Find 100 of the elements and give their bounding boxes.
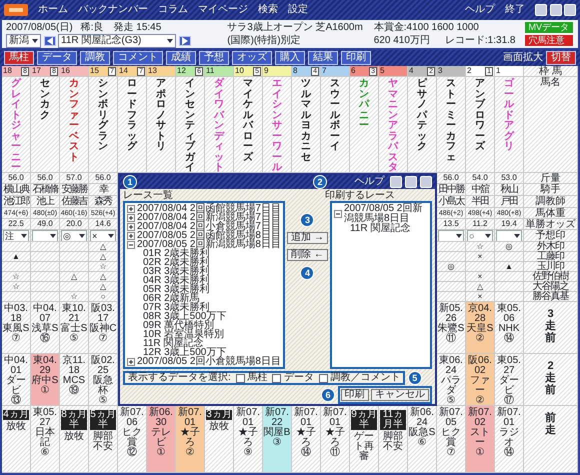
jockey-name: 中舘 [470, 184, 490, 195]
weight-value: 56.0 [95, 173, 111, 182]
horse-number: 15 [90, 66, 99, 76]
weight-value: 57.0 [66, 173, 82, 182]
layoff-label: 11ヵ月半 [380, 410, 406, 430]
horse-number: 2 [467, 66, 472, 76]
weight-value: 54.0 [472, 173, 488, 182]
jockey-name: 横山典 [2, 184, 30, 195]
prediction-mark: ○ [100, 292, 106, 301]
horse-number: 16 [61, 66, 70, 76]
layoff-reason: ゲート再審 [353, 432, 375, 462]
callout-badge: 3 [300, 213, 314, 227]
dialog-title: ヘルプ [354, 176, 384, 188]
list-label: レース一覧 [123, 190, 174, 201]
past-race-cell: 東04.29 府中S ① [31, 354, 60, 406]
prediction-mark: △ [71, 272, 77, 281]
trainer-name: 佐藤吉 [60, 196, 88, 207]
row-label: 予想印 [534, 230, 566, 241]
print-list-label: 印刷するレース [325, 190, 395, 201]
race-date: 2007/08/05(日) [6, 22, 73, 34]
row-label: 馬名 [540, 77, 562, 88]
horse-number: 5 [380, 66, 384, 76]
prediction-mark: △ [477, 282, 483, 291]
horse-number: 18 [3, 66, 12, 76]
horse-number: 10 [235, 66, 244, 76]
odds-value: 13.5 [443, 219, 459, 228]
horse-number: 8 [293, 66, 298, 76]
past-race-cell: 阪06.02 ファー ② [466, 354, 495, 406]
jockey-name: 秋山 [500, 184, 519, 195]
checkbox-label: 馬柱 [247, 373, 268, 383]
layoff-reason: 放牧 [208, 422, 230, 432]
row-label: 馬体重 [534, 208, 566, 219]
horse-number: 7 [322, 66, 326, 76]
horse-number: 4 [409, 66, 414, 76]
horse-number: 6 [351, 66, 356, 76]
past-race-cell: 東05.27 日本記 ⑥ [31, 406, 60, 473]
prediction-mark: △ [100, 242, 106, 251]
past-race-cell: 新07.01 ラジオ ⑭ [495, 406, 524, 473]
row-label: 枠 馬 [538, 66, 563, 77]
jockey-name: 幸 [98, 184, 109, 195]
prediction-mark: △ [100, 272, 106, 281]
row-label: 玉川印 [537, 262, 564, 272]
horse-number: 13 [148, 66, 157, 76]
odds-value: 14.6 [95, 219, 111, 228]
weight-value: 53.0 [501, 173, 517, 182]
row-label: 2走前 [545, 360, 556, 396]
layoff-reason: 脚部不安 [92, 432, 114, 452]
row-label: 工藤印 [536, 252, 566, 262]
prediction-mark: △ [100, 282, 106, 291]
post-time: 発走 15:45 [114, 22, 162, 34]
past-race-cell: 京11.18 MCS ⑲ [60, 354, 89, 406]
select-label: 表示するデータを選択: [128, 373, 231, 383]
status-badge: MVデータ [524, 21, 574, 34]
prediction-mark: × [478, 292, 482, 301]
row-label: 勝谷真基 [532, 292, 570, 302]
horse-number: 17 [32, 66, 41, 76]
past-race-cell: 新07.01 ★子ろ ② [176, 406, 205, 473]
weight-value: 56.0 [37, 173, 53, 182]
odds-value: 19.4 [501, 219, 517, 228]
status-badge: 穴馬注意 [524, 34, 574, 47]
odds-value: 49.0 [37, 219, 53, 228]
callout-badge: 5 [408, 371, 422, 385]
horse-number: 11 [206, 66, 214, 76]
weight-value: 56.0 [443, 173, 459, 182]
prediction-mark: ☆ [100, 262, 106, 271]
row-label: 調教師 [534, 196, 566, 207]
prediction-mark: ☆ [12, 282, 20, 291]
prize-text: 本賞金:4100 1600 1000 [374, 22, 479, 34]
past-race-cell: 中03.18 東風S ⑦ [2, 302, 31, 354]
row-label: 佐野伯樹 [532, 272, 570, 282]
horse-number: 14 [119, 66, 128, 76]
trainer-name: 半田 [470, 196, 490, 207]
callout-badge: 6 [321, 388, 335, 402]
row-label: 大谷陽之 [532, 282, 570, 292]
horse-number: 1 [496, 66, 500, 76]
jockey-name: 石橋脩 [31, 184, 59, 195]
past-race-cell: 新06.30 テレビ ① [147, 406, 176, 473]
prediction-mark: △ [100, 252, 106, 261]
past-race-cell: 京04.28 天皇S ② [466, 302, 495, 354]
callout-badge: 4 [300, 266, 314, 280]
past-race-cell: 東05.27 ダービ ⑰ [495, 354, 524, 406]
callout-badge: 1 [123, 175, 137, 189]
odds-value: 20.0 [66, 219, 82, 228]
prediction-mark: ◎ [448, 262, 454, 271]
horse-number: 3 [438, 66, 442, 76]
prediction-mark: × [478, 252, 482, 261]
checkbox-label: データ [284, 373, 314, 383]
row-label: 単勝オッズ [524, 219, 576, 230]
race-class: サラ3歳上オープン 芝A1600m [227, 22, 364, 34]
trainer-name: 池上 [36, 196, 55, 207]
record-text: レコード:1:31.8 [444, 34, 516, 46]
layoff-reason: 放牧 [63, 432, 85, 442]
horse-number: 12 [177, 66, 186, 76]
weight-value: 56.0 [8, 173, 24, 182]
past-race-cell: 東05.06 NHK ⑭ [495, 302, 524, 354]
prediction-mark: ▲ [12, 252, 20, 261]
checkbox-label: 調教／コメント [330, 373, 400, 383]
prediction-mark: ◎ [506, 242, 512, 251]
trainer-name: 戸田 [500, 196, 518, 207]
race-conditions: (国際)(特指)別定 [227, 34, 302, 46]
